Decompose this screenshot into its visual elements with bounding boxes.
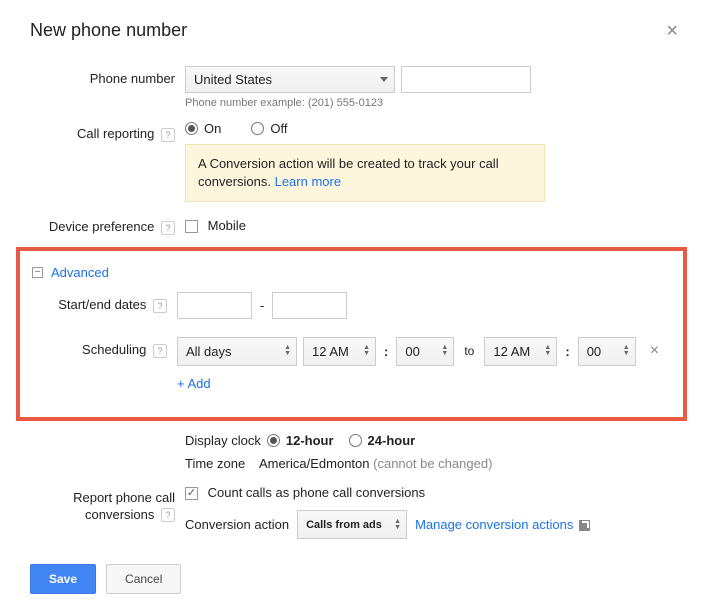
radio-on[interactable]: On — [185, 121, 221, 136]
help-icon[interactable]: ? — [153, 299, 167, 313]
to-label: to — [464, 344, 474, 358]
timezone-note: (cannot be changed) — [373, 456, 492, 471]
device-preference-row: Device preference ? Mobile — [30, 214, 673, 235]
time-colon: : — [565, 344, 569, 359]
stepper-icon: ▲▼ — [363, 345, 370, 357]
phone-number-label: Phone number — [30, 66, 185, 86]
display-clock-row: Display clock 12-hour 24-hour Time zone … — [30, 433, 673, 471]
mobile-label: Mobile — [208, 218, 246, 233]
h24-label: 24-hour — [368, 433, 416, 448]
info-text: A Conversion action will be created to t… — [198, 156, 499, 189]
start-min-select[interactable]: 00 ▲▼ — [396, 337, 454, 366]
stepper-icon: ▲▼ — [544, 345, 551, 357]
help-icon[interactable]: ? — [161, 221, 175, 235]
timezone-label: Time zone — [185, 456, 245, 471]
radio-off[interactable]: Off — [251, 121, 287, 136]
manage-link-text: Manage conversion actions — [415, 517, 573, 532]
count-calls-checkbox[interactable]: ✓ — [185, 487, 198, 500]
save-button[interactable]: Save — [30, 564, 96, 594]
manage-conversions-link[interactable]: Manage conversion actions — [415, 517, 590, 532]
advanced-title[interactable]: Advanced — [51, 265, 109, 280]
start-hour-select[interactable]: 12 AM ▲▼ — [303, 337, 376, 366]
radio-off-label: Off — [270, 121, 287, 136]
phone-input[interactable] — [401, 66, 531, 93]
display-clock-label: Display clock — [185, 433, 261, 448]
phone-example-hint: Phone number example: (201) 555-0123 — [185, 97, 673, 109]
end-date-input[interactable] — [272, 292, 347, 319]
scheduling-label: Scheduling — [82, 342, 146, 357]
start-end-label: Start/end dates — [58, 297, 146, 312]
help-icon[interactable]: ? — [161, 128, 175, 142]
conv-action-value: Calls from ads — [306, 519, 382, 531]
timezone-value: America/Edmonton — [259, 456, 370, 471]
advanced-section: − Advanced Start/end dates ? - Schedulin… — [16, 247, 687, 421]
mobile-checkbox[interactable] — [185, 220, 198, 233]
help-icon[interactable]: ? — [153, 344, 167, 358]
count-calls-label: Count calls as phone call conversions — [208, 485, 426, 500]
start-end-dates-row: Start/end dates ? - — [22, 292, 669, 319]
stepper-icon: ▲▼ — [623, 345, 630, 357]
conversion-action-select[interactable]: Calls from ads ▲▼ — [297, 510, 407, 539]
help-icon[interactable]: ? — [161, 508, 175, 522]
collapse-icon[interactable]: − — [32, 267, 43, 278]
phone-number-row: Phone number United States Phone number … — [30, 66, 673, 109]
stepper-icon: ▲▼ — [441, 345, 448, 357]
report-conversions-row: Report phone call conversions ? ✓ Count … — [30, 485, 673, 539]
h12-label: 12-hour — [286, 433, 334, 448]
conversion-action-label: Conversion action — [185, 517, 289, 532]
radio-on-label: On — [204, 121, 221, 136]
device-preference-label: Device preference — [49, 219, 155, 234]
add-schedule-link[interactable]: + Add — [177, 376, 211, 391]
min2-value: 00 — [587, 344, 601, 359]
stepper-icon: ▲▼ — [284, 345, 291, 357]
min1-value: 00 — [405, 344, 419, 359]
radio-12hour[interactable]: 12-hour — [267, 433, 334, 448]
learn-more-link[interactable]: Learn more — [275, 174, 341, 189]
cancel-button[interactable]: Cancel — [106, 564, 181, 594]
call-reporting-row: Call reporting ? On Off A Conversion act… — [30, 121, 673, 202]
hour1-value: 12 AM — [312, 344, 349, 359]
date-separator: - — [260, 298, 264, 313]
end-min-select[interactable]: 00 ▲▼ — [578, 337, 636, 366]
report-phone-label: Report phone call — [73, 490, 175, 505]
chevron-down-icon — [380, 77, 388, 82]
time-colon: : — [384, 344, 388, 359]
hour2-value: 12 AM — [493, 344, 530, 359]
dialog-buttons: Save Cancel — [30, 564, 673, 594]
conversion-info-box: A Conversion action will be created to t… — [185, 144, 545, 202]
external-link-icon — [579, 520, 590, 531]
start-date-input[interactable] — [177, 292, 252, 319]
country-selected-text: United States — [194, 72, 272, 87]
close-icon[interactable]: × — [666, 20, 678, 43]
days-value: All days — [186, 344, 232, 359]
scheduling-row: Scheduling ? All days ▲▼ 12 AM ▲▼ : 00 — [22, 337, 669, 391]
remove-schedule-icon[interactable]: × — [650, 342, 659, 360]
stepper-icon: ▲▼ — [394, 519, 401, 531]
new-phone-dialog: × New phone number Phone number United S… — [0, 0, 703, 614]
country-select[interactable]: United States — [185, 66, 395, 93]
call-reporting-label: Call reporting — [77, 126, 154, 141]
conversions-label: conversions — [85, 507, 154, 522]
dialog-title: New phone number — [30, 20, 673, 41]
end-hour-select[interactable]: 12 AM ▲▼ — [484, 337, 557, 366]
radio-24hour[interactable]: 24-hour — [349, 433, 416, 448]
days-select[interactable]: All days ▲▼ — [177, 337, 297, 366]
